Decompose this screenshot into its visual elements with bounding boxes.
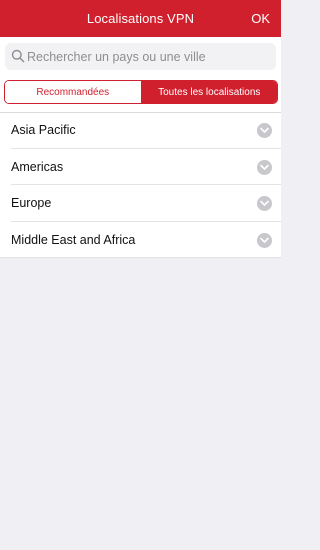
nav-bar: Localisations VPN OK bbox=[0, 0, 281, 37]
region-row-middle-east-africa[interactable]: Middle East and Africa bbox=[0, 222, 281, 258]
region-row-europe[interactable]: Europe bbox=[0, 185, 281, 222]
tab-recommended[interactable]: Recommandées bbox=[5, 81, 142, 103]
region-label: Europe bbox=[11, 196, 52, 210]
location-filter-segmented-control: Recommandées Toutes les localisations bbox=[4, 80, 278, 104]
region-row-americas[interactable]: Americas bbox=[0, 149, 281, 185]
chevron-down-icon bbox=[257, 232, 272, 248]
tab-recommended-label: Recommandées bbox=[36, 86, 110, 98]
region-label: Asia Pacific bbox=[11, 123, 76, 137]
page-title: Localisations VPN bbox=[86, 11, 195, 26]
region-label: Middle East and Africa bbox=[11, 232, 136, 247]
locations-panel: Recommandées Toutes les localisations As… bbox=[0, 37, 281, 258]
chevron-down-icon bbox=[257, 196, 272, 211]
tab-all-locations-label: Toutes les localisations bbox=[158, 86, 261, 98]
row-divider bbox=[0, 257, 281, 258]
region-row-asia-pacific[interactable]: Asia Pacific bbox=[0, 112, 281, 149]
search-bar[interactable] bbox=[5, 43, 276, 70]
tab-all-locations[interactable]: Toutes les localisations bbox=[141, 81, 277, 103]
chevron-down-icon bbox=[257, 123, 272, 138]
search-input[interactable] bbox=[27, 43, 272, 70]
region-label: Americas bbox=[11, 159, 64, 174]
chevron-down-icon bbox=[257, 159, 272, 175]
search-icon bbox=[11, 49, 25, 63]
region-list: Asia Pacific Americas Europe Middle East… bbox=[0, 112, 281, 258]
ok-button[interactable]: OK bbox=[251, 11, 270, 26]
